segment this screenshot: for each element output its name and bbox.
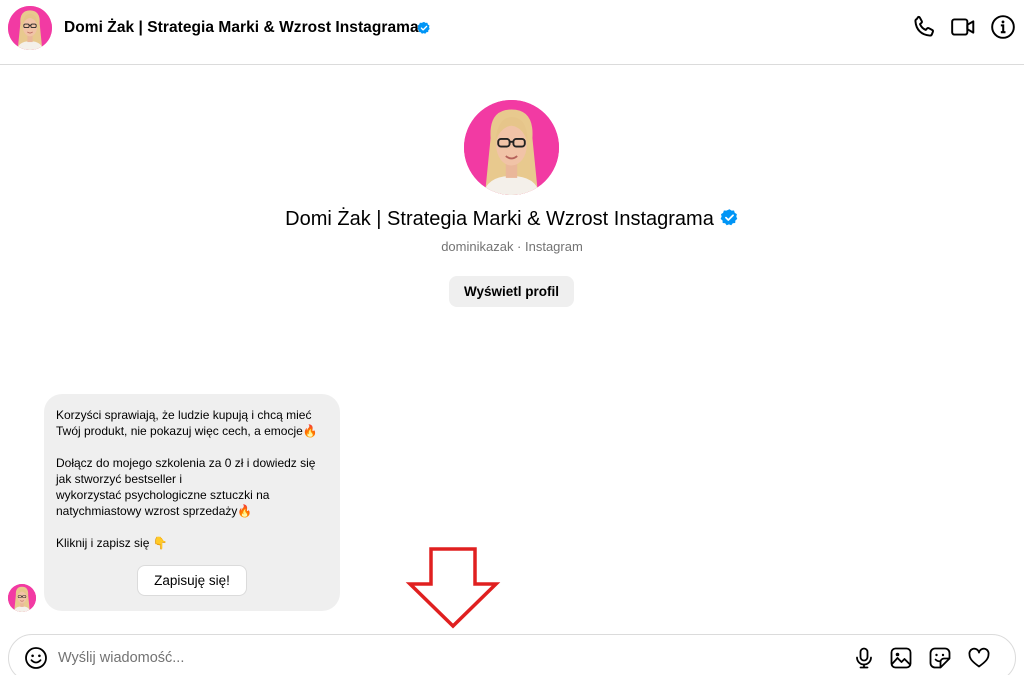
video-call-icon[interactable] (950, 14, 976, 40)
verified-badge-icon (417, 21, 431, 35)
message-line: wykorzystać psychologiczne sztuczki na (56, 488, 270, 502)
message-text: natychmiastowy wzrost sprzedaży (56, 504, 238, 518)
microphone-icon[interactable] (852, 646, 876, 670)
message-line: Dołącz do mojego szkolenia za 0 zł i dow… (56, 456, 316, 470)
profile-avatar[interactable] (464, 100, 559, 195)
annotation-arrow-icon (405, 547, 501, 629)
message-text: Kliknij i zapisz się (56, 536, 153, 550)
message-line: natychmiastowy wzrost sprzedaży🔥 (56, 503, 328, 519)
sticker-icon[interactable] (928, 646, 952, 670)
view-profile-button[interactable]: Wyświetl profil (449, 276, 574, 307)
info-icon[interactable] (990, 14, 1016, 40)
chat-header: Domi Żak | Strategia Marki & Wzrost Inst… (0, 0, 1024, 65)
message-composer (8, 634, 1016, 675)
message-line: Kliknij i zapisz się 👇 (56, 535, 328, 551)
emoji-icon[interactable] (24, 646, 48, 670)
message-line: Twój produkt, nie pokazuj więc cech, a e… (56, 423, 328, 439)
verified-badge-icon (720, 208, 739, 227)
message-input[interactable] (58, 647, 818, 669)
fire-emoji: 🔥 (302, 424, 318, 438)
pointing-down-emoji: 👇 (152, 536, 168, 550)
header-avatar[interactable] (8, 6, 52, 50)
message-line: Korzyści sprawiają, że ludzie kupują i c… (56, 408, 312, 422)
profile-username: dominikazak · Instagram (441, 239, 583, 254)
image-icon[interactable] (889, 646, 913, 670)
message-text: Twój produkt, nie pokazuj więc cech, a e… (56, 424, 303, 438)
fire-emoji: 🔥 (237, 504, 253, 518)
profile-name-text: Domi Żak | Strategia Marki & Wzrost Inst… (285, 208, 714, 231)
header-title[interactable]: Domi Żak | Strategia Marki & Wzrost Inst… (64, 19, 419, 37)
profile-name: Domi Żak | Strategia Marki & Wzrost Inst… (0, 208, 1024, 231)
sender-avatar[interactable] (8, 584, 36, 612)
message-line: jak stworzyć bestseller i (56, 472, 183, 486)
heart-icon[interactable] (967, 646, 991, 670)
phone-icon[interactable] (911, 14, 937, 40)
signup-button[interactable]: Zapisuję się! (137, 565, 247, 596)
